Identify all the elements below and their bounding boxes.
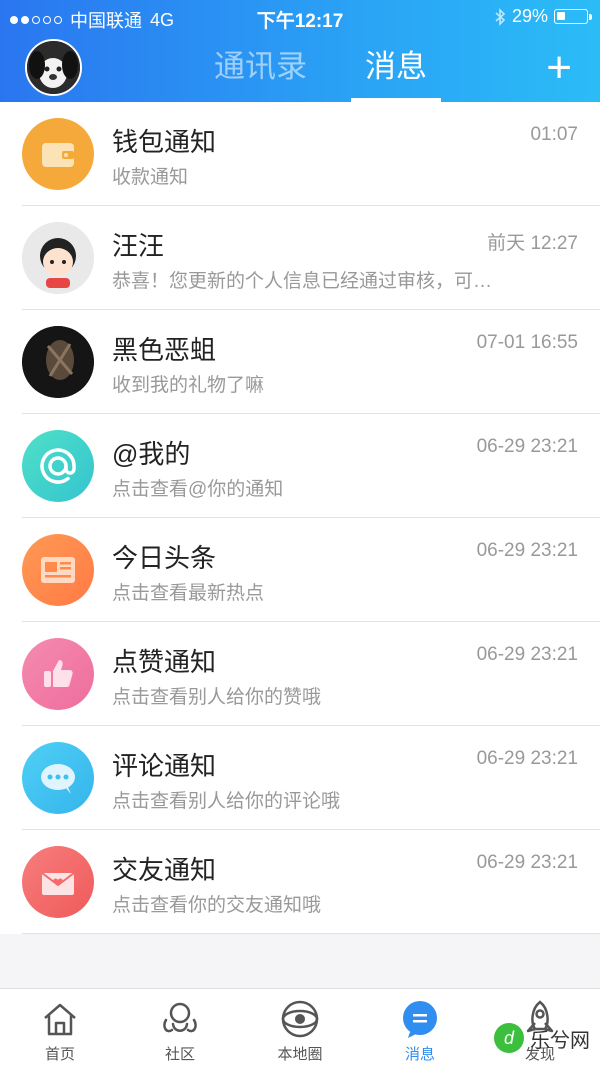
add-button[interactable]: + — [546, 46, 572, 90]
bluetooth-icon — [495, 7, 506, 26]
message-name: @我的 — [112, 439, 191, 469]
message-time: 06-29 23:21 — [476, 436, 578, 457]
message-name: 点赞通知 — [112, 647, 217, 677]
battery-percent: 29% — [511, 6, 548, 26]
list-footer-space — [0, 934, 600, 988]
message-time: 07-01 16:55 — [476, 332, 578, 353]
message-row-wangwang[interactable]: 汪汪 恭喜！您更新的个人信息已经通过审核，可… 前天 12:27 — [22, 206, 600, 310]
status-bar: 中国联通 4G 下午12:17 29% — [0, 0, 600, 34]
newspaper-icon — [22, 534, 94, 606]
wallet-icon — [22, 118, 94, 190]
message-time: 前天 12:27 — [487, 233, 578, 254]
message-row-at-me[interactable]: @我的 点击查看@你的通知 06-29 23:21 — [22, 414, 600, 518]
message-name: 汪汪 — [112, 231, 165, 261]
message-row-heise[interactable]: 黑色恶蛆 收到我的礼物了嘛 07-01 16:55 — [22, 310, 600, 414]
message-name: 黑色恶蛆 — [112, 335, 217, 365]
message-preview: 收到我的礼物了嘛 — [112, 375, 265, 396]
nav-label: 首页 — [44, 1046, 75, 1063]
message-preview: 恭喜！您更新的个人信息已经通过审核，可… — [112, 271, 493, 292]
nav-messages[interactable]: 消息 — [360, 989, 480, 1067]
cartoon-avatar — [22, 222, 94, 294]
thumbs-up-icon — [22, 638, 94, 710]
header: 中国联通 4G 下午12:17 29% 通讯录 消息 + — [0, 0, 600, 102]
message-row-likes[interactable]: 点赞通知 点击查看别人给你的赞哦 06-29 23:21 — [22, 622, 600, 726]
message-time: 06-29 23:21 — [476, 540, 578, 561]
message-time: 01:07 — [530, 124, 578, 145]
tab-messages[interactable]: 消息 — [351, 44, 441, 102]
status-right: 29% — [494, 6, 592, 27]
message-row-comments[interactable]: 评论通知 点击查看别人给你的评论哦 06-29 23:21 — [22, 726, 600, 830]
message-preview: 点击查看别人给你的评论哦 — [112, 791, 341, 812]
message-row-toutiao[interactable]: 今日头条 点击查看最新热点 06-29 23:21 — [22, 518, 600, 622]
watermark-logo: d — [494, 1023, 524, 1053]
dog-avatar-icon — [27, 41, 80, 94]
tab-contacts[interactable]: 通讯录 — [200, 44, 321, 102]
nav-label: 社区 — [164, 1046, 195, 1063]
nav-community[interactable]: 社区 — [120, 989, 240, 1067]
message-name: 今日头条 — [112, 543, 217, 573]
header-tabs: 通讯录 消息 — [200, 44, 441, 102]
message-time: 06-29 23:21 — [476, 852, 578, 873]
local-circle-icon — [280, 999, 320, 1039]
profile-avatar[interactable] — [25, 39, 82, 96]
message-time: 06-29 23:21 — [476, 748, 578, 769]
nav-label: 消息 — [404, 1046, 435, 1063]
envelope-heart-icon — [22, 846, 94, 918]
watermark: d 乐兮网 — [494, 1023, 590, 1053]
nav-label: 本地圈 — [277, 1046, 323, 1063]
home-icon — [40, 999, 80, 1039]
message-preview: 点击查看你的交友通知哦 — [112, 895, 322, 916]
comment-icon — [22, 742, 94, 814]
message-preview: 点击查看最新热点 — [112, 583, 265, 604]
message-name: 钱包通知 — [112, 127, 217, 157]
message-name: 交友通知 — [112, 855, 217, 885]
message-preview: 收款通知 — [112, 167, 189, 188]
community-icon — [160, 999, 200, 1039]
battery-icon — [554, 9, 592, 24]
message-row-wallet[interactable]: 钱包通知 收款通知 01:07 — [22, 102, 600, 206]
message-icon — [400, 999, 440, 1039]
message-preview: 点击查看@你的通知 — [112, 479, 284, 500]
creature-avatar — [22, 326, 94, 398]
nav-home[interactable]: 首页 — [0, 989, 120, 1067]
bottom-nav: 首页 社区 本地圈 消息 发现 d 乐兮网 — [0, 988, 600, 1067]
at-icon — [22, 430, 94, 502]
message-time: 06-29 23:21 — [476, 644, 578, 665]
message-list: 钱包通知 收款通知 01:07 汪汪 恭喜！您更新的个人信息已经通过审核，可… … — [0, 102, 600, 934]
nav-local[interactable]: 本地圈 — [240, 989, 360, 1067]
message-preview: 点击查看别人给你的赞哦 — [112, 687, 322, 708]
watermark-text: 乐兮网 — [530, 1029, 590, 1052]
message-name: 评论通知 — [112, 751, 217, 781]
message-row-friends[interactable]: 交友通知 点击查看你的交友通知哦 06-29 23:21 — [22, 830, 600, 934]
